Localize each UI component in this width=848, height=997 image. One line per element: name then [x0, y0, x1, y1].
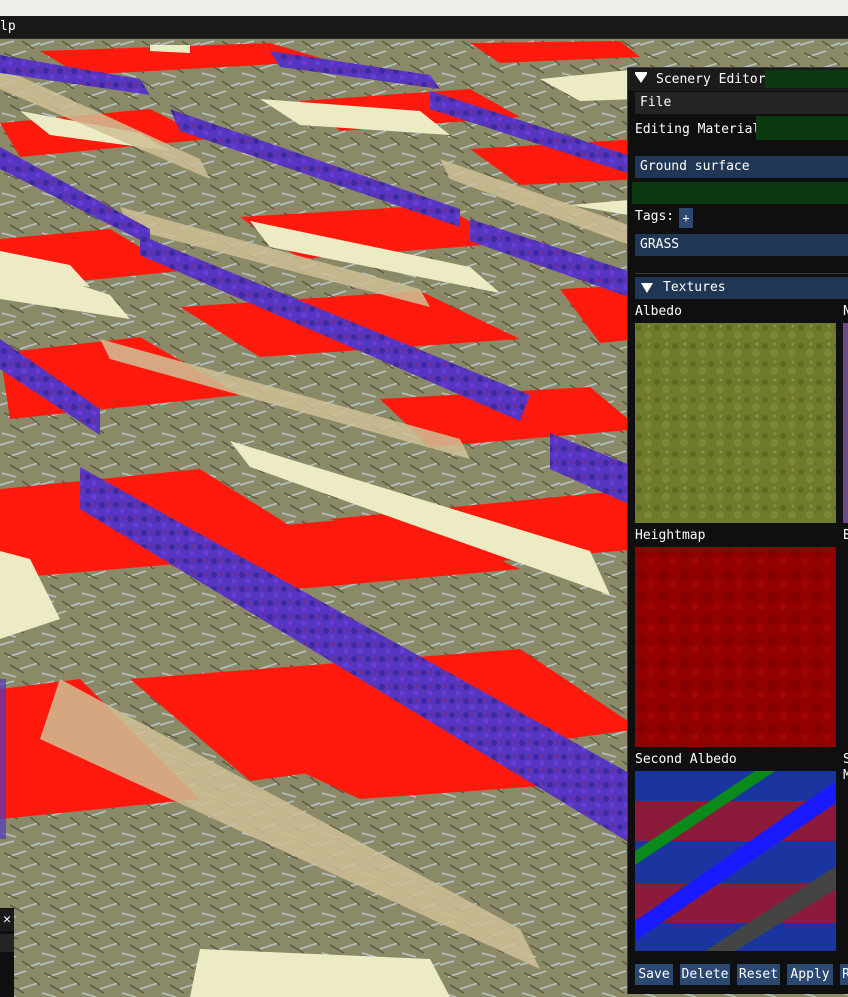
main-menu-bar: lp [0, 16, 848, 39]
textures-header-label: Textures [663, 280, 726, 295]
tag-item-label: GRASS [640, 237, 680, 252]
window-top-strip [0, 0, 848, 16]
second-albedo-label: Second Albedo [635, 752, 737, 767]
heightmap-label: Heightmap [635, 528, 706, 543]
editing-material-label: Editing Material [635, 122, 761, 137]
window-title: Scenery Editor [ [656, 72, 782, 87]
scenery-editor-window: Scenery Editor [ File Editing Material G… [627, 67, 848, 994]
fifth-button[interactable]: R [840, 964, 848, 985]
textures-header[interactable]: Textures [635, 277, 848, 299]
menu-help[interactable]: lp [0, 19, 16, 34]
albedo-texture-slot[interactable] [635, 323, 836, 523]
heightmap-texture-slot[interactable] [635, 547, 836, 747]
window-title-highlight [765, 70, 848, 88]
close-icon[interactable]: ✕ [0, 909, 14, 931]
material-selector[interactable] [756, 116, 848, 140]
collapse-triangle-icon-bar [635, 72, 647, 74]
left-window-row [0, 934, 14, 952]
tree-node-open-icon [641, 283, 653, 293]
material-name-field[interactable]: Ground surface [635, 156, 848, 178]
editor-menu-bar: File [635, 92, 848, 114]
tags-label: Tags: [635, 209, 675, 224]
fourth-row-label-a: S [843, 752, 848, 767]
normal-texture-slot[interactable] [843, 323, 848, 523]
tag-item[interactable]: GRASS [635, 234, 848, 256]
collapse-triangle-icon[interactable] [635, 74, 647, 83]
fourth-row-label-b: M [843, 768, 848, 783]
add-tag-button[interactable]: + [679, 208, 693, 228]
separator [635, 273, 848, 274]
reset-button[interactable]: Reset [737, 964, 780, 985]
material-path-field[interactable] [632, 182, 848, 204]
plus-icon: + [682, 211, 690, 225]
material-name-value: Ground surface [640, 159, 750, 174]
normal-label: N [843, 304, 848, 319]
delete-button[interactable]: Delete [680, 964, 730, 985]
second-albedo-texture-slot[interactable] [635, 771, 836, 951]
second-column-label: B [843, 528, 848, 543]
albedo-label: Albedo [635, 304, 682, 319]
apply-button[interactable]: Apply [787, 964, 833, 985]
file-menu[interactable]: File [640, 95, 671, 110]
save-button[interactable]: Save [635, 964, 673, 985]
window-title-bar[interactable]: Scenery Editor [ [628, 68, 848, 91]
